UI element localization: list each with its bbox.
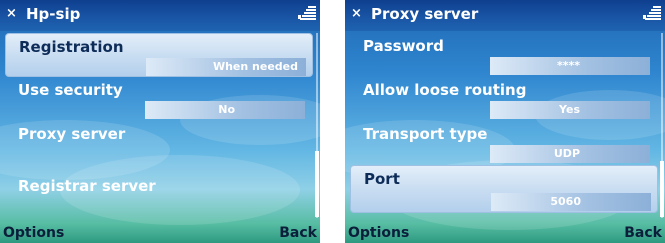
list-item-value: Yes (490, 101, 650, 119)
settings-list: Registration When needed Use security No… (5, 33, 313, 217)
list-item-label: Port (364, 170, 400, 188)
settings-list: Password **** Allow loose routing Yes Tr… (350, 33, 658, 213)
list-item-label: Proxy server (18, 125, 126, 143)
list-item-label: Use security (18, 81, 123, 99)
list-item-value: **** (490, 57, 650, 75)
screen-title: Proxy server (371, 5, 479, 23)
list-item-label: Transport type (363, 125, 488, 143)
list-item-transport-type[interactable]: Transport type UDP (350, 121, 658, 165)
list-item-password[interactable]: Password **** (350, 33, 658, 77)
list-item-value: UDP (490, 145, 650, 163)
title-bar: × Hp-sip (0, 0, 320, 31)
list-item-label: Registration (19, 38, 124, 56)
list-item-label: Password (363, 37, 444, 55)
close-icon[interactable]: × (6, 6, 17, 21)
list-item-port[interactable]: Port 5060 (350, 165, 658, 213)
list-item-registrar-server[interactable]: Registrar server (5, 165, 313, 217)
close-icon[interactable]: × (351, 6, 362, 21)
signal-strength-icon (298, 6, 316, 22)
list-item-registration[interactable]: Registration When needed (5, 33, 313, 77)
options-softkey[interactable]: Options (3, 225, 64, 241)
scrollbar[interactable] (660, 33, 664, 218)
phone-screen-proxy-server: × Proxy server Password **** Allow loose… (345, 0, 665, 243)
scrollbar[interactable] (315, 33, 319, 218)
signal-strength-icon (643, 6, 661, 22)
list-item-label: Registrar server (18, 177, 156, 195)
list-item-proxy-server[interactable]: Proxy server (5, 121, 313, 165)
title-bar: × Proxy server (345, 0, 665, 31)
list-item-value: 5060 (491, 193, 651, 211)
screen-title: Hp-sip (26, 5, 81, 23)
back-softkey[interactable]: Back (279, 225, 317, 241)
back-softkey[interactable]: Back (624, 225, 662, 241)
list-item-use-security[interactable]: Use security No (5, 77, 313, 121)
phone-screen-sip-profile: × Hp-sip Registration When needed Use se… (0, 0, 320, 243)
options-softkey[interactable]: Options (348, 225, 409, 241)
list-item-value: When needed (146, 58, 306, 76)
list-item-allow-loose-routing[interactable]: Allow loose routing Yes (350, 77, 658, 121)
list-item-label: Allow loose routing (363, 81, 527, 99)
list-item-value: No (145, 101, 305, 119)
